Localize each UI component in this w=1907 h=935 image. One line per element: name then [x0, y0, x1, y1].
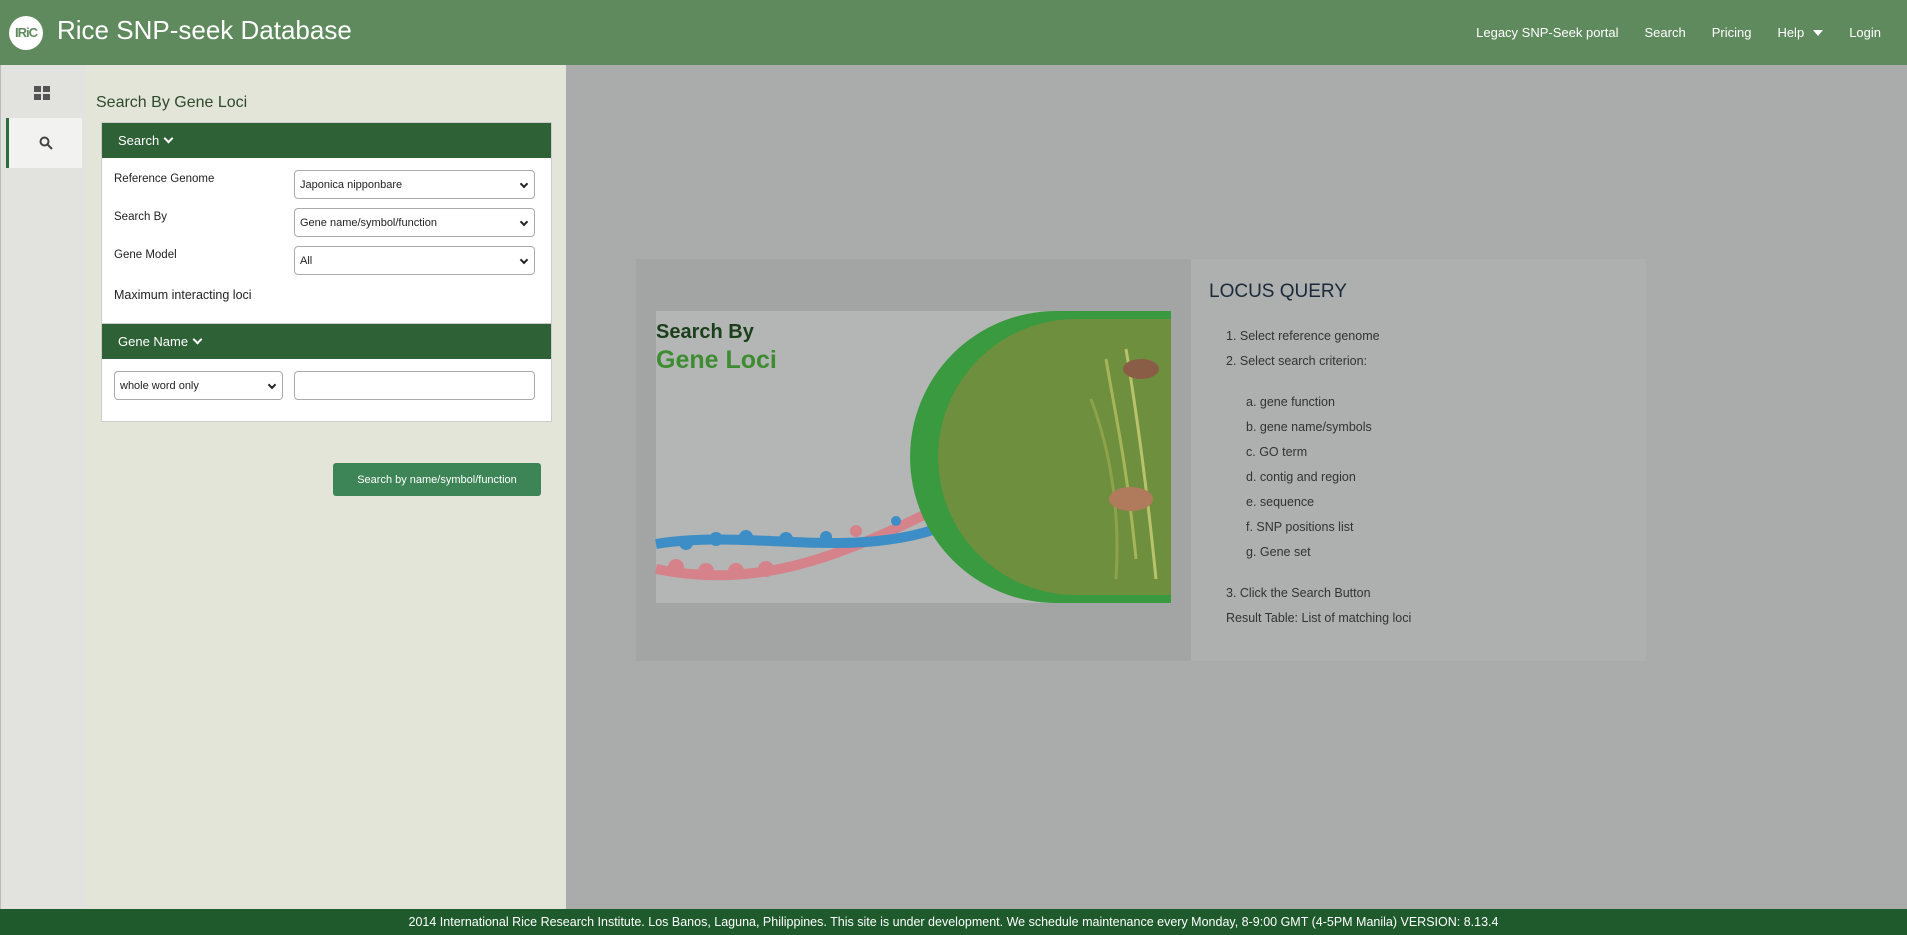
step-3: 3. Click the Search Button	[1226, 586, 1371, 600]
step-1: 1. Select reference genome	[1226, 329, 1380, 343]
footer-text: 2014 International Rice Research Institu…	[408, 915, 1499, 929]
search-section-header[interactable]: Search	[102, 123, 551, 158]
panel-title: Search By Gene Loci	[96, 94, 248, 111]
top-navbar: IRiC Rice SNP-seek Database Legacy SNP-S…	[0, 0, 1907, 65]
match-type-select[interactable]: whole word only	[114, 371, 283, 400]
criterion-item: d. contig and region	[1246, 470, 1356, 484]
criterion-item: a. gene function	[1246, 395, 1335, 409]
grid-icon	[34, 86, 50, 100]
search-icon	[39, 136, 53, 150]
nav-search[interactable]: Search	[1644, 25, 1685, 40]
search-by-value: Gene name/symbol/function	[300, 216, 437, 229]
gene-model-label: Gene Model	[114, 249, 177, 261]
gene-name-input[interactable]	[294, 371, 535, 400]
reference-genome-value: Japonica nipponbare	[300, 178, 403, 191]
footer: 2014 International Rice Research Institu…	[0, 909, 1907, 935]
banner-title-line1: Search By	[656, 321, 754, 343]
reference-genome-label: Reference Genome	[114, 173, 215, 185]
search-by-select[interactable]: Gene name/symbol/function	[294, 208, 535, 237]
locus-query-info: LOCUS QUERY 1. Select reference genome 2…	[1191, 259, 1646, 661]
max-loci-label: Maximum interacting loci	[114, 288, 252, 302]
banner-title-line2: Gene Loci	[656, 346, 777, 374]
nav-links: Legacy SNP-Seek portal Search Pricing He…	[1476, 0, 1907, 65]
gene-model-select[interactable]: All	[294, 246, 535, 275]
select-arrow-icon	[267, 380, 277, 390]
gene-name-section-header[interactable]: Gene Name	[102, 324, 551, 359]
select-arrow-icon	[519, 255, 529, 265]
criterion-item: c. GO term	[1246, 445, 1308, 459]
caret-down-icon	[1813, 29, 1824, 36]
gene-name-section-title: Gene Name	[118, 334, 189, 349]
search-panel: Search By Gene Loci Search Reference Gen…	[86, 65, 566, 909]
app-title[interactable]: Rice SNP-seek Database	[57, 15, 352, 46]
criterion-item: e. sequence	[1246, 495, 1315, 509]
chevron-down-icon	[163, 133, 174, 144]
nav-pricing[interactable]: Pricing	[1712, 25, 1752, 40]
banner-area: Search By Gene Loci	[636, 259, 1191, 661]
criterion-item: b. gene name/symbols	[1246, 420, 1372, 434]
locus-query-heading: LOCUS QUERY	[1209, 281, 1347, 302]
criterion-item: f. SNP positions list	[1246, 520, 1354, 534]
criterion-item: g. Gene set	[1246, 545, 1311, 559]
banner-illustration	[655, 311, 1171, 603]
info-card: Search By Gene Loci LOCUS QUERY 1. Selec…	[636, 259, 1646, 661]
gene-name-section: Gene Name whole word only	[101, 323, 552, 422]
reference-genome-select[interactable]: Japonica nipponbare	[294, 170, 535, 199]
match-type-value: whole word only	[120, 379, 199, 392]
step-2: 2. Select search criterion:	[1226, 354, 1368, 368]
result-description: Result Table: List of matching loci	[1226, 611, 1412, 625]
search-section-title: Search	[118, 133, 160, 148]
search-section: Search Reference Genome Japonica nipponb…	[101, 122, 552, 324]
left-rail	[0, 65, 86, 909]
rail-dashboard[interactable]	[1, 68, 83, 118]
gene-model-value: All	[300, 254, 313, 267]
search-submit-button[interactable]: Search by name/symbol/function	[333, 463, 541, 496]
search-by-label: Search By	[114, 211, 168, 223]
select-arrow-icon	[519, 217, 529, 227]
iric-logo[interactable]: IRiC	[9, 15, 43, 50]
nav-help-dropdown[interactable]: Help	[1777, 25, 1824, 40]
chevron-down-icon	[192, 334, 203, 345]
nav-legacy-portal[interactable]: Legacy SNP-Seek portal	[1476, 25, 1618, 40]
nav-help-label: Help	[1777, 25, 1805, 40]
rail-search[interactable]	[6, 118, 82, 168]
select-arrow-icon	[519, 179, 529, 189]
main-content: Search By Gene Loci LOCUS QUERY 1. Selec…	[566, 65, 1907, 909]
nav-login[interactable]: Login	[1849, 25, 1881, 40]
